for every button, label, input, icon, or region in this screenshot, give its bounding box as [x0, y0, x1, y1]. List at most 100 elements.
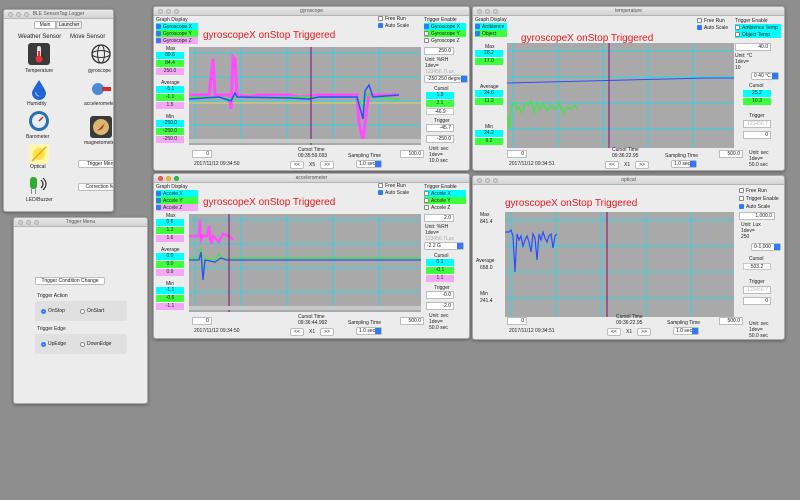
object-checkbox[interactable]: Object [475, 30, 507, 37]
trigger-menu-button[interactable]: Trigger Menu [78, 160, 113, 168]
optical-lamp-icon[interactable] [28, 143, 50, 165]
trigger-gyroscope-y-checkbox[interactable]: Gyroscope Y [424, 30, 466, 37]
trigger-accele-x-checkbox[interactable]: Accele X [424, 190, 466, 197]
trigger-accele-z-checkbox[interactable]: Accele Z [424, 204, 450, 211]
sampling-time-select[interactable]: 1.0 sec [356, 160, 382, 168]
accele-x-checkbox[interactable]: Accele X [156, 190, 198, 197]
scroll-value-field[interactable]: 500.0 [719, 150, 743, 158]
gyroscope-z-checkbox[interactable]: Gyroscope Z [156, 37, 198, 44]
accele-y-checkbox[interactable]: Accele Y [156, 197, 198, 204]
trigger-gyroscope-x-checkbox[interactable]: Gyroscope X [424, 23, 466, 30]
scale-max-field[interactable]: 1,000.0 [739, 212, 775, 220]
led-buzzer-icon[interactable] [28, 173, 50, 195]
auto-scale-checkbox[interactable]: Auto Scale [697, 24, 728, 31]
sampling-time-label: Sampling Time [348, 153, 382, 159]
free-run-checkbox[interactable]: Free Run [378, 15, 406, 22]
free-run-checkbox[interactable]: Free Run [739, 187, 767, 194]
scale-min-field[interactable]: -2.0 [426, 302, 454, 310]
sampling-time-select[interactable]: 1.0 sec [356, 327, 382, 335]
optical-titlebar[interactable]: optical [473, 176, 784, 185]
div-value: 10 [735, 65, 741, 71]
trigger-object-checkbox[interactable]: Object Temp [735, 31, 781, 38]
cursol-time-value: 09:36:44.992 [298, 320, 328, 326]
next-button[interactable]: >> [637, 328, 651, 336]
correction-menu-button[interactable]: Correction Menu [78, 183, 113, 191]
trigger-condition-change-button[interactable]: Trigger Condition Change [35, 277, 105, 285]
prev-button[interactable]: << [290, 161, 304, 169]
accele-z-checkbox[interactable]: Accele Z [156, 204, 198, 211]
free-run-checkbox[interactable]: Free Run [378, 182, 406, 189]
free-run-checkbox[interactable]: Free Run [697, 17, 725, 24]
temperature-titlebar[interactable]: temperature [473, 7, 784, 16]
tab-main[interactable]: Main [34, 21, 56, 29]
optical-plot[interactable] [505, 212, 734, 317]
avg-x-value: -5.1 [156, 86, 184, 93]
range-select[interactable]: -250 250 degree [424, 75, 468, 83]
scale-max-field[interactable]: 2.0 [424, 214, 454, 222]
next-button[interactable]: >> [320, 161, 334, 169]
accele-z-line [189, 219, 234, 245]
barometer-gauge-icon[interactable] [28, 110, 50, 132]
trigger-enable-checkbox[interactable]: Trigger Enable [739, 195, 779, 202]
start-index-field[interactable]: 0 [192, 150, 212, 158]
accelerometer-icon[interactable] [90, 78, 112, 100]
auto-scale-checkbox[interactable]: Auto Scale [739, 203, 770, 210]
plot-grid [505, 212, 734, 317]
accelerometer-titlebar[interactable]: accelerometer [154, 174, 469, 183]
gyroscope-x-checkbox[interactable]: Gyroscope X [156, 23, 198, 30]
trigger-value-field[interactable]: -0.0 [426, 291, 454, 299]
gyroscope-plot[interactable] [189, 47, 421, 145]
sampling-time-select[interactable]: 1.0 sec [671, 160, 697, 168]
trigger-gyroscope-z-checkbox[interactable]: Gyroscope Z [424, 37, 460, 44]
start-date-label: 2017/11/12 09:34:51 [509, 328, 555, 334]
scale-min-field[interactable]: -250.0 [426, 135, 454, 143]
trigger-value-field[interactable]: 123456.7 [743, 286, 771, 294]
range-select[interactable]: 0 40 °C [751, 72, 779, 80]
next-button[interactable]: >> [320, 328, 334, 336]
scroll-value-field[interactable]: 100.0 [400, 150, 424, 158]
trigger-value-field[interactable]: -45.7 [426, 124, 454, 132]
range-select[interactable]: 0-1,000 [751, 243, 781, 251]
auto-scale-checkbox[interactable]: Auto Scale [378, 22, 409, 29]
prev-button[interactable]: << [607, 328, 621, 336]
logger-titlebar[interactable]: BLE SensorTag Logger [4, 10, 113, 19]
scale-max-field[interactable]: 250.0 [424, 47, 454, 55]
gyroscope-y-checkbox[interactable]: Gyroscope Y [156, 30, 198, 37]
scroll-value-field[interactable]: 500.0 [719, 317, 743, 325]
sampling-time-select[interactable]: 1.0 sec [673, 327, 699, 335]
trigger-ambience-checkbox[interactable]: Ambience Temp [735, 24, 781, 31]
start-index-field[interactable]: 0 [507, 150, 527, 158]
scale-min-field[interactable]: 0 [743, 131, 771, 139]
ambience-checkbox[interactable]: Ambience [475, 23, 507, 30]
trigger-accele-y-checkbox[interactable]: Accele Y [424, 197, 466, 204]
trigger-menu-titlebar[interactable]: Trigger Menu [14, 218, 147, 227]
temperature-window: temperature Graph Display Ambience Objec… [472, 6, 785, 171]
scale-min-field[interactable]: 0 [743, 297, 771, 305]
on-stop-radio[interactable]: OnStop [41, 308, 65, 314]
auto-scale-checkbox[interactable]: Auto Scale [378, 189, 409, 196]
gyroscope-titlebar[interactable]: gyroscope [154, 7, 469, 16]
start-index-field[interactable]: 0 [192, 317, 212, 325]
down-edge-radio[interactable]: DownEdge [80, 341, 111, 347]
min-ambience-value: 24.2 [475, 130, 503, 137]
next-button[interactable]: >> [635, 161, 649, 169]
cursol-x-value: 0.1 [426, 259, 454, 266]
temperature-plot[interactable] [507, 43, 734, 148]
scroll-value-field[interactable]: 500.0 [400, 317, 424, 325]
gyroscope-icon[interactable] [90, 43, 112, 65]
thermometer-icon[interactable] [28, 43, 50, 65]
prev-button[interactable]: << [290, 328, 304, 336]
led-buzzer-label: LED/Buzzer [26, 197, 53, 203]
prev-button[interactable]: << [605, 161, 619, 169]
on-start-radio[interactable]: OnStart [80, 308, 104, 314]
start-index-field[interactable]: 0 [507, 317, 527, 325]
scale-max-field[interactable]: 40.0 [735, 43, 771, 51]
range-select[interactable]: -2 2 G [424, 242, 464, 250]
accelerometer-plot[interactable] [189, 214, 421, 312]
object-line [507, 99, 578, 130]
up-edge-radio[interactable]: UpEdge [41, 341, 66, 347]
compass-icon[interactable] [90, 116, 112, 138]
humidity-drop-icon[interactable] [28, 78, 50, 100]
tab-launcher[interactable]: Launcher [56, 21, 82, 29]
trigger-value-field[interactable]: 123456.7 [743, 120, 771, 128]
